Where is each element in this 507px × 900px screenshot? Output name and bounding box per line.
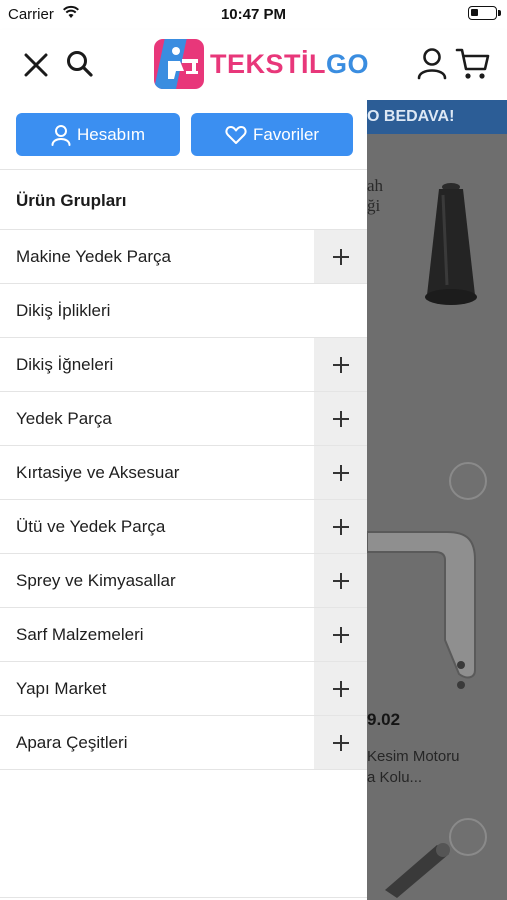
category-item[interactable]: Dikiş İğneleri [0, 338, 367, 392]
favorite-toggle[interactable] [449, 462, 487, 500]
expand-button[interactable] [314, 608, 367, 661]
category-item[interactable]: Makine Yedek Parça [0, 230, 367, 284]
category-label: Yedek Parça [16, 409, 112, 428]
favorites-button-label: Favoriler [252, 124, 320, 144]
pin-part-image [385, 843, 450, 898]
logo-mark [154, 39, 204, 89]
product-snippet: ği [367, 196, 381, 215]
expand-button[interactable] [314, 554, 367, 607]
category-item[interactable]: Dikiş İplikleri [0, 284, 367, 338]
product-title: Kesim Motoru a Kolu... [367, 748, 460, 786]
plus-icon [332, 518, 349, 535]
category-label: Dikiş İğneleri [16, 355, 114, 374]
product-price: 9.02 [367, 710, 401, 729]
close-icon[interactable] [24, 53, 48, 77]
product-snippet: ah [367, 176, 384, 195]
battery-icon [468, 6, 501, 20]
user-icon [51, 124, 71, 146]
account-button-label: Hesabım [76, 124, 146, 144]
divider [0, 897, 367, 898]
category-item[interactable]: Sarf Malzemeleri [0, 608, 367, 662]
app-header: TEKSTİLGO [0, 30, 507, 100]
expand-button[interactable] [314, 230, 367, 283]
category-item[interactable]: Kırtasiye ve Aksesuar [0, 446, 367, 500]
user-icon[interactable] [417, 47, 447, 80]
plus-icon [332, 572, 349, 589]
side-menu-drawer: Hesabım Favoriler Ürün Grupları Makine Y… [0, 100, 367, 900]
category-label: Dikiş İplikleri [16, 301, 111, 320]
account-button[interactable]: Hesabım [16, 113, 180, 156]
background-page-overlay[interactable]: O BEDAVA! ah ği 9.02 Kesim Motoru a Kolu… [367, 100, 507, 900]
plus-icon [332, 734, 349, 751]
machine-part-image [367, 531, 476, 689]
search-icon[interactable] [66, 50, 94, 78]
category-item[interactable]: Apara Çeşitleri [0, 716, 367, 770]
cart-icon[interactable] [455, 47, 491, 81]
category-item[interactable]: Ütü ve Yedek Parça [0, 500, 367, 554]
plus-icon [332, 410, 349, 427]
category-label: Yapı Market [16, 679, 107, 698]
promo-banner: O BEDAVA! [367, 100, 507, 134]
category-item[interactable]: Yedek Parça [0, 392, 367, 446]
category-item[interactable]: Yapı Market [0, 662, 367, 716]
expand-button[interactable] [314, 662, 367, 715]
status-bar: Carrier 10:47 PM [0, 0, 507, 30]
category-label: Apara Çeşitleri [16, 733, 128, 752]
category-item[interactable]: Sprey ve Kimyasallar [0, 554, 367, 608]
favorites-button[interactable]: Favoriler [191, 113, 353, 156]
plus-icon [332, 464, 349, 481]
category-list: Makine Yedek Parça Dikiş İplikleri Dikiş İ… [0, 230, 367, 770]
expand-button[interactable] [314, 500, 367, 553]
category-label: Sprey ve Kimyasallar [16, 571, 176, 590]
section-title: Ürün Grupları [0, 170, 367, 230]
thread-spool-image [425, 183, 477, 305]
expand-button[interactable] [314, 446, 367, 499]
expand-button[interactable] [314, 338, 367, 391]
expand-button[interactable] [314, 392, 367, 445]
category-label: Sarf Malzemeleri [16, 625, 144, 644]
plus-icon [332, 248, 349, 265]
plus-icon [332, 626, 349, 643]
account-actions: Hesabım Favoriler [0, 100, 367, 170]
plus-icon [332, 356, 349, 373]
category-label: Makine Yedek Parça [16, 247, 171, 266]
heart-icon [225, 125, 247, 144]
brand-name: TEKSTİLGO [210, 48, 370, 79]
plus-icon [332, 680, 349, 697]
category-label: Ütü ve Yedek Parça [16, 517, 166, 536]
expand-button[interactable] [314, 716, 367, 769]
brand-logo[interactable]: TEKSTİLGO [154, 38, 369, 90]
clock: 10:47 PM [220, 6, 287, 23]
category-label: Kırtasiye ve Aksesuar [16, 463, 180, 482]
